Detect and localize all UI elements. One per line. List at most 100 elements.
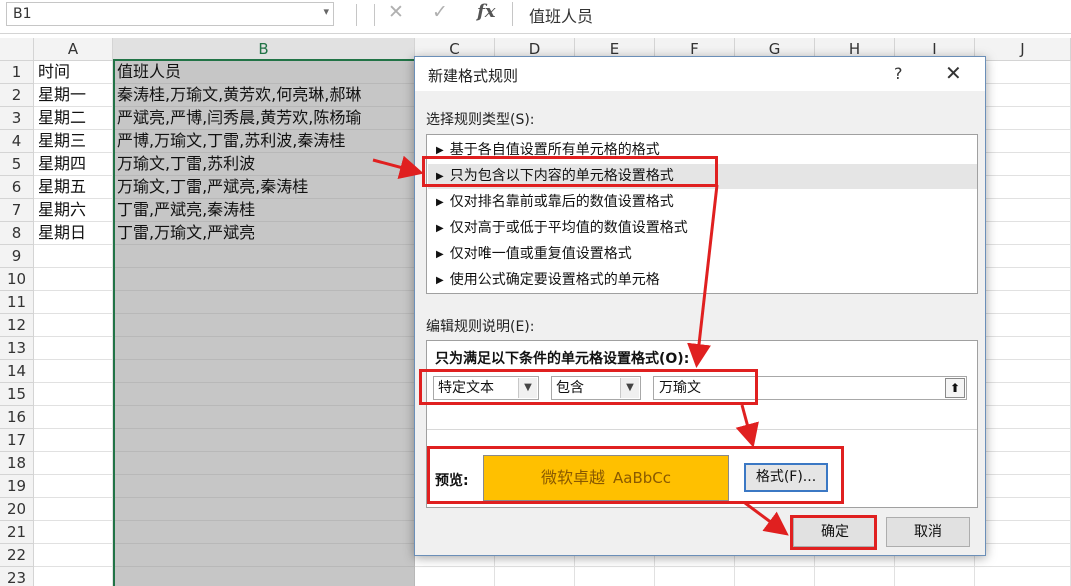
cell-a18[interactable]	[34, 452, 113, 475]
row-header[interactable]: 1	[0, 61, 34, 84]
chevron-down-icon[interactable]: ▼	[518, 378, 537, 398]
cell-a7[interactable]: 星期六	[34, 199, 113, 222]
cell-b5[interactable]: 万瑜文,丁雷,苏利波	[113, 153, 415, 176]
cell-b17[interactable]	[113, 429, 415, 452]
cell-b20[interactable]	[113, 498, 415, 521]
cell-a4[interactable]: 星期三	[34, 130, 113, 153]
cell-a10[interactable]	[34, 268, 113, 291]
row-header[interactable]: 21	[0, 521, 34, 544]
name-box[interactable]: B1 ▾	[6, 2, 334, 26]
cell-j23[interactable]	[975, 567, 1071, 586]
row-header[interactable]: 5	[0, 153, 34, 176]
cell-b19[interactable]	[113, 475, 415, 498]
ok-button[interactable]: 确定	[793, 517, 877, 547]
cell-d23[interactable]	[495, 567, 575, 586]
cell-a5[interactable]: 星期四	[34, 153, 113, 176]
cell-j7[interactable]	[975, 199, 1071, 222]
cell-a17[interactable]	[34, 429, 113, 452]
cell-j17[interactable]	[975, 429, 1071, 452]
formula-input[interactable]: 值班人员	[512, 2, 1071, 26]
rule-type-item[interactable]: ▶ 基于各自值设置所有单元格的格式	[428, 138, 977, 163]
cell-j13[interactable]	[975, 337, 1071, 360]
cell-a6[interactable]: 星期五	[34, 176, 113, 199]
row-header[interactable]: 11	[0, 291, 34, 314]
cell-j9[interactable]	[975, 245, 1071, 268]
cell-a1[interactable]: 时间	[34, 61, 113, 84]
cell-a12[interactable]	[34, 314, 113, 337]
cell-b14[interactable]	[113, 360, 415, 383]
cell-a21[interactable]	[34, 521, 113, 544]
cell-j16[interactable]	[975, 406, 1071, 429]
chevron-down-icon[interactable]: ▾	[323, 5, 329, 18]
cell-j5[interactable]	[975, 153, 1071, 176]
row-header[interactable]: 18	[0, 452, 34, 475]
format-button[interactable]: 格式(F)...	[744, 463, 828, 492]
row-header[interactable]: 17	[0, 429, 34, 452]
cell-j3[interactable]	[975, 107, 1071, 130]
row-header[interactable]: 4	[0, 130, 34, 153]
column-header-j[interactable]: J	[975, 38, 1071, 61]
cell-a8[interactable]: 星期日	[34, 222, 113, 245]
cell-a2[interactable]: 星期一	[34, 84, 113, 107]
rule-type-item[interactable]: ▶ 仅对唯一值或重复值设置格式	[428, 242, 977, 267]
cell-a9[interactable]	[34, 245, 113, 268]
row-header[interactable]: 9	[0, 245, 34, 268]
cell-j19[interactable]	[975, 475, 1071, 498]
cell-h23[interactable]	[815, 567, 895, 586]
cell-a23[interactable]	[34, 567, 113, 586]
cell-i23[interactable]	[895, 567, 975, 586]
cell-b1[interactable]: 值班人员	[113, 61, 415, 84]
rule-type-list[interactable]: ▶ 基于各自值设置所有单元格的格式 ▶ 只为包含以下内容的单元格设置格式 ▶ 仅对排名靠前…	[426, 134, 978, 294]
select-all-corner[interactable]	[0, 38, 34, 61]
cell-b11[interactable]	[113, 291, 415, 314]
cell-b3[interactable]: 严斌亮,严博,闫秀晨,黄芳欢,陈杨瑜	[113, 107, 415, 130]
cell-a20[interactable]	[34, 498, 113, 521]
cell-b13[interactable]	[113, 337, 415, 360]
cell-b21[interactable]	[113, 521, 415, 544]
cell-j20[interactable]	[975, 498, 1071, 521]
rule-type-item[interactable]: ▶ 使用公式确定要设置格式的单元格	[428, 268, 977, 293]
cell-a15[interactable]	[34, 383, 113, 406]
chevron-down-icon[interactable]: ▼	[620, 378, 639, 398]
close-icon[interactable]: ✕	[945, 61, 962, 85]
collapse-range-icon[interactable]: ⬆	[945, 378, 965, 398]
cell-b15[interactable]	[113, 383, 415, 406]
cell-j10[interactable]	[975, 268, 1071, 291]
row-header[interactable]: 16	[0, 406, 34, 429]
row-header[interactable]: 23	[0, 567, 34, 586]
help-icon[interactable]: ?	[894, 64, 903, 83]
row-header[interactable]: 20	[0, 498, 34, 521]
condition-value-input[interactable]: 万瑜文 ⬆	[653, 376, 967, 400]
condition-type-select[interactable]: 特定文本 ▼	[433, 376, 539, 400]
insert-function-icon[interactable]: fx	[477, 1, 495, 22]
cell-j4[interactable]	[975, 130, 1071, 153]
cell-a11[interactable]	[34, 291, 113, 314]
row-header[interactable]: 10	[0, 268, 34, 291]
row-header[interactable]: 6	[0, 176, 34, 199]
rule-type-item[interactable]: ▶ 仅对排名靠前或靠后的数值设置格式	[428, 190, 977, 215]
cell-e23[interactable]	[575, 567, 655, 586]
row-header[interactable]: 2	[0, 84, 34, 107]
column-header-a[interactable]: A	[34, 38, 113, 61]
cell-j1[interactable]	[975, 61, 1071, 84]
cell-b6[interactable]: 万瑜文,丁雷,严斌亮,秦涛桂	[113, 176, 415, 199]
row-header[interactable]: 3	[0, 107, 34, 130]
cell-j22[interactable]	[975, 544, 1071, 567]
cell-j18[interactable]	[975, 452, 1071, 475]
cell-b8[interactable]: 丁雷,万瑜文,严斌亮	[113, 222, 415, 245]
cancel-icon[interactable]: ✕	[388, 1, 404, 23]
row-header[interactable]: 13	[0, 337, 34, 360]
cell-a19[interactable]	[34, 475, 113, 498]
cell-j12[interactable]	[975, 314, 1071, 337]
row-header[interactable]: 8	[0, 222, 34, 245]
cell-b16[interactable]	[113, 406, 415, 429]
cell-f23[interactable]	[655, 567, 735, 586]
column-header-b[interactable]: B	[113, 38, 415, 61]
row-header[interactable]: 7	[0, 199, 34, 222]
cell-j6[interactable]	[975, 176, 1071, 199]
row-header[interactable]: 12	[0, 314, 34, 337]
rule-type-item[interactable]: ▶ 只为包含以下内容的单元格设置格式	[428, 164, 977, 189]
enter-icon[interactable]: ✓	[432, 1, 448, 23]
cell-j14[interactable]	[975, 360, 1071, 383]
cell-b7[interactable]: 丁雷,严斌亮,秦涛桂	[113, 199, 415, 222]
